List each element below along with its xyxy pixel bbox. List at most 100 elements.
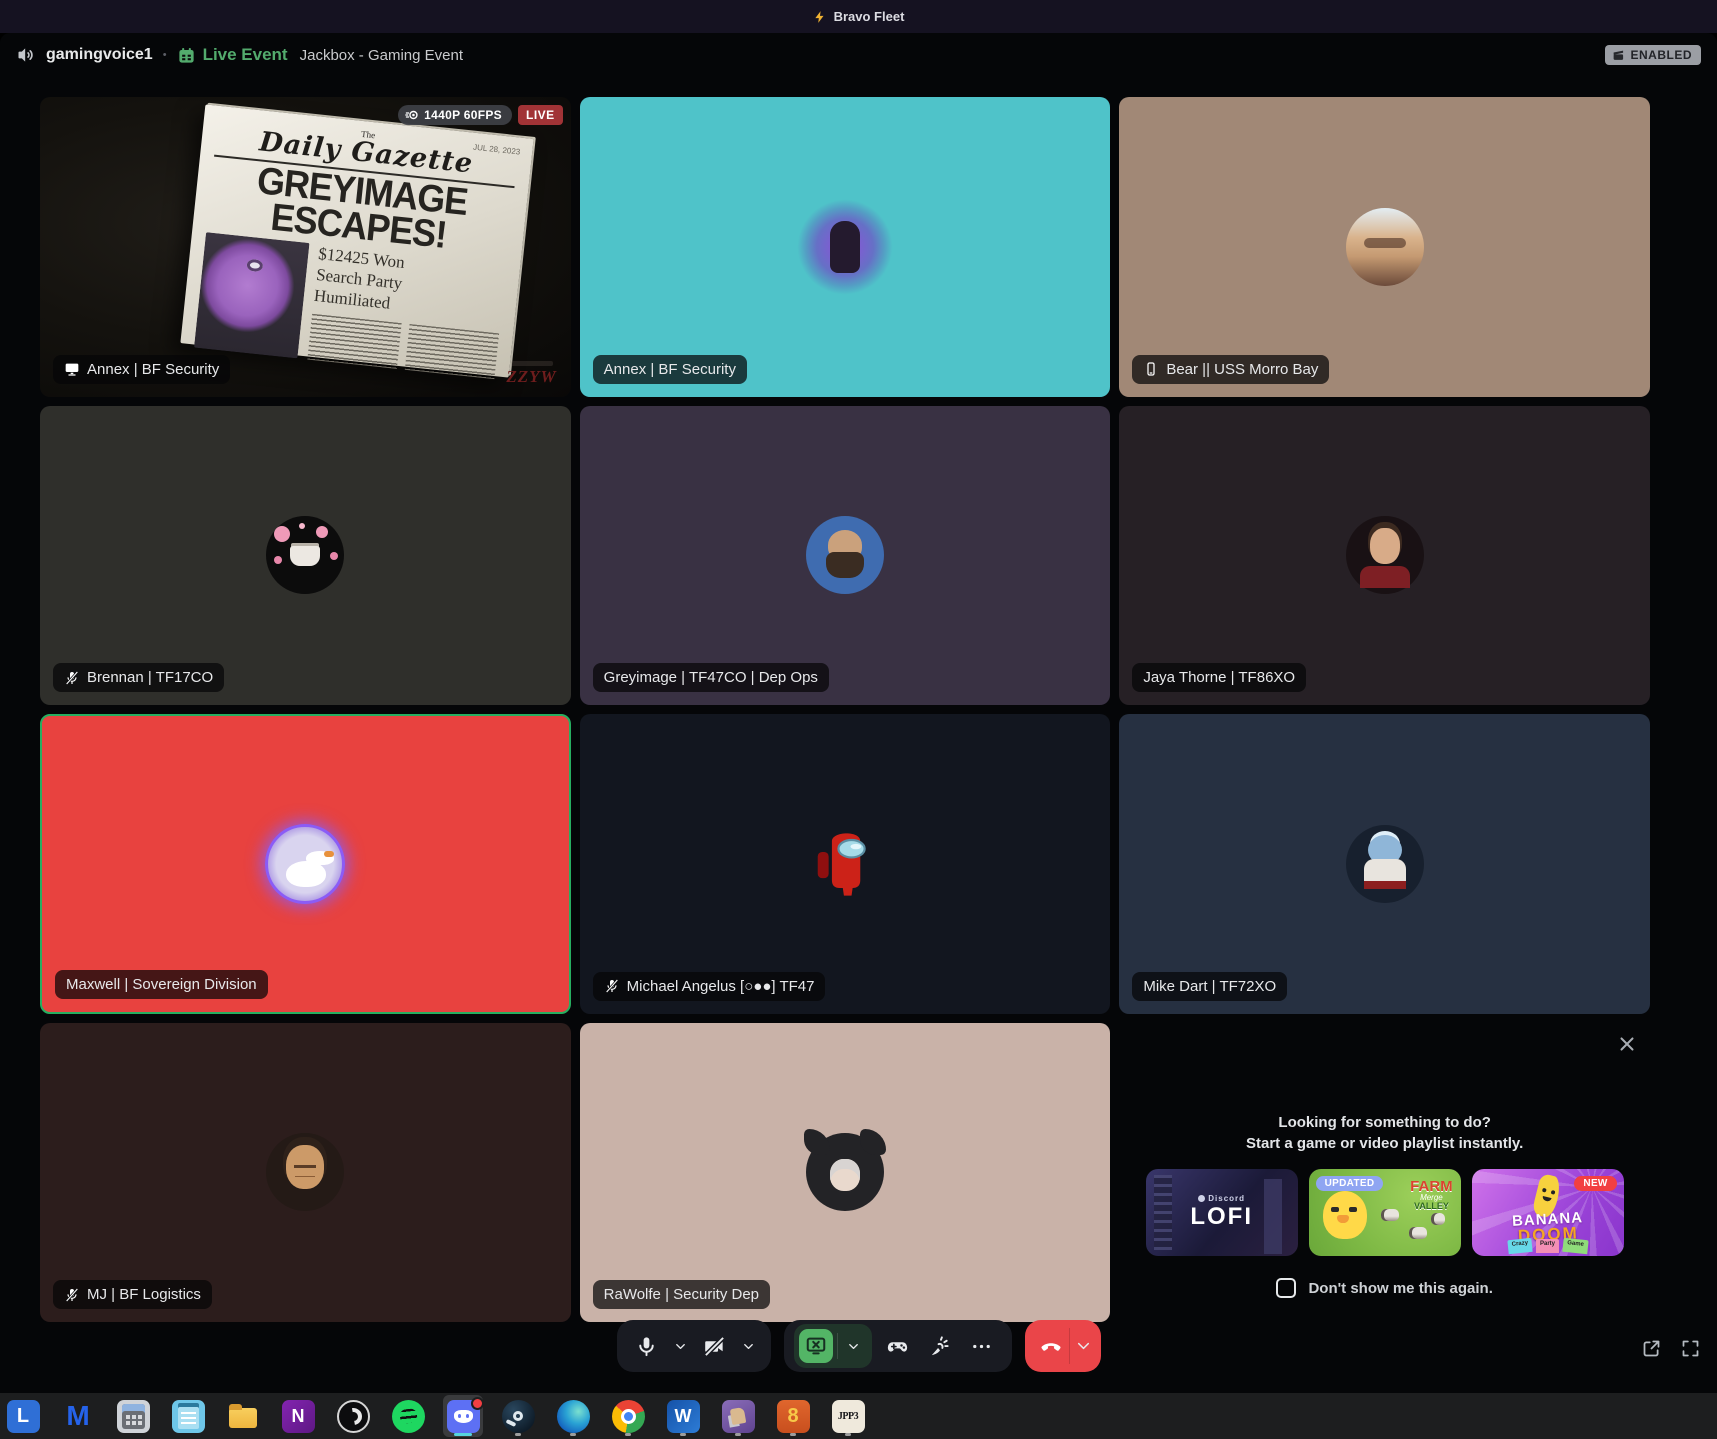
participant-tile-jaya[interactable]: Jaya Thorne | TF86XO (1119, 406, 1650, 706)
taskbar-icon-notepad[interactable] (168, 1395, 208, 1437)
participant-tile-brennan[interactable]: Brennan | TF17CO (40, 406, 571, 706)
calculator-icon (117, 1400, 150, 1433)
taskbar-icon-onenote[interactable]: N (278, 1395, 318, 1437)
live-event-chip[interactable]: Live Event (177, 45, 288, 65)
avatar-coffee-flowers (266, 516, 344, 594)
taskbar-icon-eight-game[interactable]: 8 (773, 1395, 813, 1437)
taskbar-icon-word[interactable]: W (663, 1395, 703, 1437)
dont-show-again-label: Don't show me this again. (1308, 1280, 1492, 1297)
mic-muted-icon (64, 670, 80, 686)
hang-up-options-chevron[interactable] (1069, 1328, 1093, 1364)
screen-share-active-control (794, 1324, 872, 1368)
word-icon: W (667, 1400, 700, 1433)
taskbar-icon-edge[interactable] (553, 1395, 593, 1437)
taskbar-icon-steam[interactable] (498, 1395, 538, 1437)
avatar-mj (266, 1133, 344, 1211)
farm-logo-line3: VALLEY (1410, 1202, 1453, 1211)
newspaper-photo-monster (194, 232, 310, 358)
close-icon[interactable] (1616, 1033, 1638, 1055)
hang-up-button[interactable] (1025, 1320, 1101, 1372)
lofi-brand: Discord (1208, 1194, 1245, 1203)
avatar-bear (1346, 208, 1424, 286)
lofi-title: LOFI (1190, 1203, 1253, 1231)
enabled-badge[interactable]: ENABLED (1605, 45, 1701, 65)
activities-button[interactable] (920, 1326, 960, 1366)
camera-off-button[interactable] (695, 1326, 735, 1366)
banana-tag: Party (1536, 1239, 1559, 1253)
participant-tile-mike-dart[interactable]: Mike Dart | TF72XO (1119, 714, 1650, 1014)
games-button[interactable] (878, 1326, 918, 1366)
updated-badge: UPDATED (1316, 1176, 1384, 1191)
popout-icon[interactable] (1641, 1338, 1662, 1359)
participant-name: MJ | BF Logistics (87, 1286, 201, 1303)
onenote-icon: N (282, 1400, 315, 1433)
avatar-cat-hood (806, 1133, 884, 1211)
folder-icon (227, 1400, 260, 1433)
clapper-icon (1612, 49, 1625, 62)
participant-name-pill: Bear || USS Morro Bay (1132, 355, 1329, 384)
camera-options-chevron[interactable] (737, 1328, 761, 1364)
participant-name: Bear || USS Morro Bay (1166, 361, 1318, 378)
participant-tile-annex[interactable]: Annex | BF Security (580, 97, 1111, 397)
participant-name-pill: Mike Dart | TF72XO (1132, 972, 1287, 1001)
activity-card-banana-doom[interactable]: NEW BANANA DOOM Crazy Party Game (1472, 1169, 1624, 1256)
taskbar-icon-l-app[interactable]: L (3, 1395, 43, 1437)
participant-tile-maxwell-speaking[interactable]: Maxwell | Sovereign Division (40, 714, 571, 1014)
av-controls-group (617, 1320, 771, 1372)
taskbar-icon-malwarebytes[interactable]: M (58, 1395, 98, 1437)
participant-tile-mj[interactable]: MJ | BF Logistics (40, 1023, 571, 1323)
stream-tile-annex[interactable]: The JUL 28, 2023 Daily Gazette GREYIMAGE… (40, 97, 571, 397)
microphone-options-chevron[interactable] (669, 1328, 693, 1364)
taskbar-icon-spotify[interactable] (388, 1395, 428, 1437)
banana-tag: Crazy (1507, 1238, 1533, 1254)
notification-dot (471, 1397, 484, 1410)
participant-name: Jaya Thorne | TF86XO (1143, 669, 1295, 686)
avatar-mike-dart (1346, 825, 1424, 903)
more-options-button[interactable] (962, 1326, 1002, 1366)
mic-muted-icon (604, 978, 620, 994)
dismiss-promo-row[interactable]: Don't show me this again. (1276, 1278, 1492, 1298)
stop-screen-share-button[interactable] (799, 1329, 833, 1363)
screen-share-options-chevron[interactable] (842, 1328, 866, 1364)
event-name: Jackbox - Gaming Event (300, 47, 463, 64)
hand-key-game-icon (722, 1400, 755, 1433)
participant-name-pill: Michael Angelus [○●●] TF47 (593, 972, 826, 1001)
avatar-duck (265, 824, 345, 904)
activity-card-lofi[interactable]: Discord LOFI (1146, 1169, 1298, 1256)
fullscreen-icon[interactable] (1680, 1338, 1701, 1359)
live-badge: LIVE (518, 105, 563, 125)
participant-name-pill: Annex | BF Security (53, 355, 230, 384)
window-titlebar: Bravo Fleet (0, 0, 1717, 33)
participant-tile-bear[interactable]: Bear || USS Morro Bay (1119, 97, 1650, 397)
channel-header: gamingvoice1 • Live Event Jackbox - Gami… (0, 33, 1717, 77)
l-app-icon: L (7, 1400, 40, 1433)
quality-label: 1440P 60FPS (424, 108, 502, 122)
taskbar-icon-chrome[interactable] (608, 1395, 648, 1437)
divider (837, 1333, 838, 1359)
motion-icon (405, 108, 419, 122)
participant-tile-rawolfe[interactable]: RaWolfe | Security Dep (580, 1023, 1111, 1323)
taskbar-icon-obs[interactable] (333, 1395, 373, 1437)
mobile-device-icon (1143, 361, 1159, 377)
taskbar-icon-calculator[interactable] (113, 1395, 153, 1437)
participant-tile-michael[interactable]: Michael Angelus [○●●] TF47 (580, 714, 1111, 1014)
microphone-button[interactable] (627, 1326, 667, 1366)
participant-name: Greyimage | TF47CO | Dep Ops (604, 669, 818, 686)
participant-name-pill: MJ | BF Logistics (53, 1280, 212, 1309)
dont-show-again-checkbox[interactable] (1276, 1278, 1296, 1298)
taskbar-icon-jackbox-game[interactable] (718, 1395, 758, 1437)
jpp3-icon: JPP3 (832, 1400, 865, 1433)
participant-tile-greyimage[interactable]: Greyimage | TF47CO | Dep Ops (580, 406, 1111, 706)
new-badge: NEW (1574, 1176, 1616, 1191)
lightning-bolt-icon (813, 10, 827, 24)
discord-call-window: gamingvoice1 • Live Event Jackbox - Gami… (0, 33, 1717, 1393)
participant-name-pill: RaWolfe | Security Dep (593, 1280, 770, 1309)
taskbar-icon-discord[interactable] (443, 1395, 483, 1437)
avatar-purple-wisp (797, 199, 893, 295)
activity-card-farm-merge-valley[interactable]: UPDATED FARM Merge VALLEY (1309, 1169, 1461, 1256)
stream-quality-badge: 1440P 60FPS (398, 105, 512, 125)
farm-logo-line1: FARM (1410, 1179, 1453, 1194)
participant-name-pill: Jaya Thorne | TF86XO (1132, 663, 1306, 692)
taskbar-icon-file-explorer[interactable] (223, 1395, 263, 1437)
taskbar-icon-jackbox-party-pack-3[interactable]: JPP3 (828, 1395, 868, 1437)
